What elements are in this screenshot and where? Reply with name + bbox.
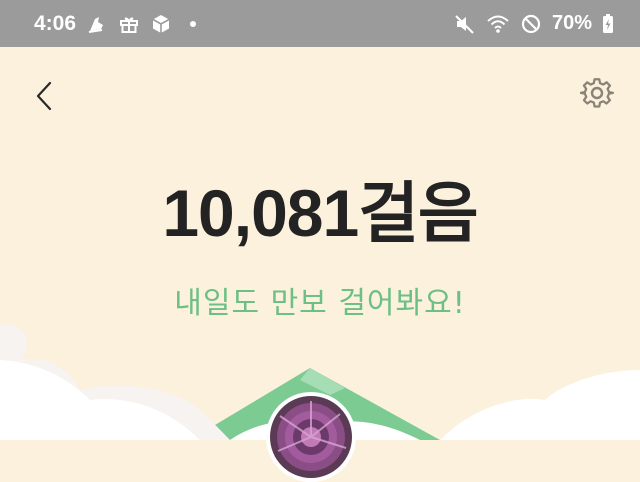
battery-charging-icon	[602, 13, 614, 35]
flower-photo	[270, 396, 352, 478]
cloud-right	[440, 370, 640, 440]
status-left: 4:06	[34, 11, 197, 36]
steps-count: 10,081걸음	[162, 176, 478, 250]
do-not-disturb-icon	[520, 13, 542, 35]
status-time: 4:06	[34, 11, 77, 35]
gear-icon	[580, 78, 614, 108]
battery-percent: 70%	[551, 12, 592, 34]
back-button[interactable]	[28, 76, 60, 116]
gift-icon	[118, 13, 140, 35]
mute-icon	[454, 13, 476, 35]
notification-dot	[190, 20, 197, 27]
wifi-icon	[486, 13, 510, 35]
box-icon	[150, 13, 172, 35]
profile-avatar[interactable]	[266, 392, 356, 482]
settings-button[interactable]	[578, 74, 616, 112]
chevron-left-icon	[36, 81, 52, 111]
status-right: 70%	[454, 12, 614, 35]
status-bar: 4:06 70%	[0, 0, 640, 47]
running-shoe-icon	[86, 13, 108, 35]
